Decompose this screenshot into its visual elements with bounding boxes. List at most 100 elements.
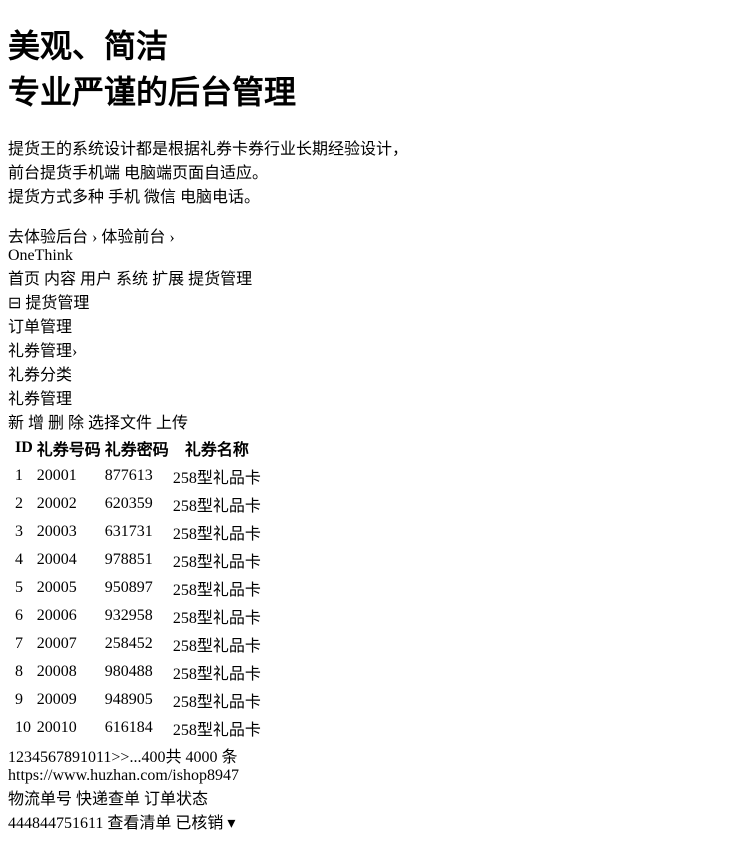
table-row[interactable]: 1 20001 877613 258型礼品卡	[10, 463, 262, 489]
row-checkbox[interactable]	[10, 603, 12, 629]
cell-name: 258型礼品卡	[172, 553, 261, 571]
cell-code[interactable]: 20005	[36, 575, 102, 601]
table-row[interactable]: 2 20002 620359 258型礼品卡	[10, 491, 262, 517]
row-checkbox[interactable]	[10, 631, 12, 657]
chevron-right-icon: ›	[92, 228, 98, 246]
order-status-preview: 物流单号 快递查单 订单状态 444844751611 查看清单 已核销 ▾	[8, 785, 742, 833]
cell-code[interactable]: 20010	[36, 715, 102, 741]
cell-code[interactable]: 20003	[36, 519, 102, 545]
page-link[interactable]: 8	[64, 749, 72, 766]
table-row[interactable]: 10 20010 616184 258型礼品卡	[10, 715, 262, 741]
cell-password: 631731	[104, 522, 153, 540]
select-all-checkbox[interactable]	[10, 435, 12, 461]
page-link[interactable]: 3	[24, 749, 32, 766]
col-tracking: 物流单号	[8, 790, 73, 808]
page-link[interactable]: 6	[48, 749, 56, 766]
table-row[interactable]: 7 20007 258452 258型礼品卡	[10, 631, 262, 657]
page-link[interactable]: 4	[32, 749, 40, 766]
cell-password: 948905	[104, 690, 153, 708]
cell-code[interactable]: 20008	[36, 659, 102, 685]
mini-table-row: 444844751611 查看清单 已核销 ▾	[8, 809, 742, 833]
sidebar-item-orders[interactable]: 订单管理	[8, 313, 742, 337]
hero-desc-line3: 提货方式多种 手机 微信 电脑电话。	[8, 188, 261, 206]
col-password: 礼券密码	[104, 441, 169, 459]
view-list-button[interactable]: 查看清单	[107, 815, 171, 832]
try-frontend-link[interactable]: 体验前台 ›	[101, 229, 174, 246]
page-link[interactable]: 1	[8, 749, 16, 766]
cell-password: 950897	[104, 578, 153, 596]
cell-password: 978851	[104, 550, 153, 568]
cell-password: 616184	[104, 718, 153, 736]
nav-pickup-management[interactable]: 提货管理	[188, 271, 252, 288]
col-name: 礼券名称	[184, 441, 249, 459]
row-checkbox[interactable]	[10, 491, 12, 517]
choose-file-button[interactable]: 选择文件	[88, 415, 152, 432]
cell-id: 3	[15, 522, 23, 540]
col-code: 礼券号码	[36, 441, 101, 459]
cell-code[interactable]: 20009	[36, 687, 102, 713]
delete-button[interactable]: 删 除	[48, 415, 84, 432]
page-link[interactable]: >>	[111, 749, 129, 766]
admin-main: 礼券管理 新 增 删 除 选择文件 上传 ID 礼券号码 礼券密码 礼券名称 1…	[8, 385, 742, 767]
cell-name: 258型礼品卡	[172, 497, 261, 515]
row-checkbox[interactable]	[10, 575, 12, 601]
hero-title-line2: 专业严谨的后台管理	[8, 74, 297, 111]
admin-body: ⊟ 提货管理 订单管理 礼券管理› 礼券分类 礼券管理 新 增 删 除 选择文件…	[8, 289, 742, 767]
sidebar-item-categories[interactable]: 礼券分类	[8, 361, 742, 385]
upload-button[interactable]: 上传	[156, 415, 188, 432]
cell-code[interactable]: 20006	[36, 603, 102, 629]
table-row[interactable]: 5 20005 950897 258型礼品卡	[10, 575, 262, 601]
page-link[interactable]: 2	[16, 749, 24, 766]
cell-name: 258型礼品卡	[172, 525, 261, 543]
nav-extend[interactable]: 扩展	[152, 271, 184, 288]
page-link[interactable]: 9	[72, 749, 80, 766]
chevron-right-icon: ›	[72, 342, 78, 360]
page-link[interactable]: 5	[40, 749, 48, 766]
sidebar-group-pickup[interactable]: ⊟ 提货管理	[8, 289, 742, 313]
row-checkbox[interactable]	[10, 463, 12, 489]
cell-password: 980488	[104, 662, 153, 680]
page-link[interactable]: 11	[96, 749, 111, 766]
cell-code[interactable]: 20007	[36, 631, 102, 657]
row-checkbox[interactable]	[10, 715, 12, 741]
hero-links: 去体验后台 › 体验前台 ›	[8, 223, 742, 247]
row-checkbox[interactable]	[10, 687, 12, 713]
page-link[interactable]: ...400	[129, 749, 165, 766]
row-checkbox[interactable]	[10, 547, 12, 573]
hero-title: 美观、简洁 专业严谨的后台管理	[8, 21, 742, 113]
table-row[interactable]: 8 20008 980488 258型礼品卡	[10, 659, 262, 685]
page-link[interactable]: 10	[80, 749, 96, 766]
admin-nav: 首页 内容 用户 系统 扩展 提货管理	[8, 265, 742, 289]
cell-code[interactable]: 20004	[36, 547, 102, 573]
try-backend-link[interactable]: 去体验后台 ›	[8, 229, 97, 246]
nav-system[interactable]: 系统	[116, 271, 148, 288]
table-row[interactable]: 9 20009 948905 258型礼品卡	[10, 687, 262, 713]
sidebar-item-vouchers[interactable]: 礼券管理›	[8, 337, 742, 361]
cell-id: 4	[15, 550, 23, 568]
add-button[interactable]: 新 增	[8, 415, 44, 432]
row-checkbox[interactable]	[10, 659, 12, 685]
nav-home[interactable]: 首页	[8, 271, 40, 288]
cell-id: 7	[15, 634, 23, 652]
table-row[interactable]: 3 20003 631731 258型礼品卡	[10, 519, 262, 545]
status-dropdown-button[interactable]: 已核销 ▾	[175, 815, 235, 832]
table-row[interactable]: 6 20006 932958 258型礼品卡	[10, 603, 262, 629]
cell-name: 258型礼品卡	[172, 665, 261, 683]
table-row[interactable]: 4 20004 978851 258型礼品卡	[10, 547, 262, 573]
cell-id: 10	[15, 718, 31, 736]
cell-name: 258型礼品卡	[172, 721, 261, 739]
cell-code[interactable]: 20002	[36, 491, 102, 517]
cell-id: 1	[15, 466, 23, 484]
admin-logo: OneThink	[8, 246, 73, 264]
nav-content[interactable]: 内容	[44, 271, 76, 288]
cell-id: 9	[15, 690, 23, 708]
tracking-number: 444844751611	[8, 814, 104, 832]
hero-desc-line2: 前台提货手机端 电脑端页面自适应。	[8, 164, 269, 182]
cell-name: 258型礼品卡	[172, 637, 261, 655]
page-link[interactable]: 7	[56, 749, 64, 766]
nav-users[interactable]: 用户	[80, 271, 112, 288]
cell-code[interactable]: 20001	[36, 463, 102, 489]
toolbar: 新 增 删 除 选择文件 上传	[8, 409, 742, 433]
watermark-text: https://www.huzhan.com/ishop8947	[8, 766, 239, 784]
row-checkbox[interactable]	[10, 519, 12, 545]
